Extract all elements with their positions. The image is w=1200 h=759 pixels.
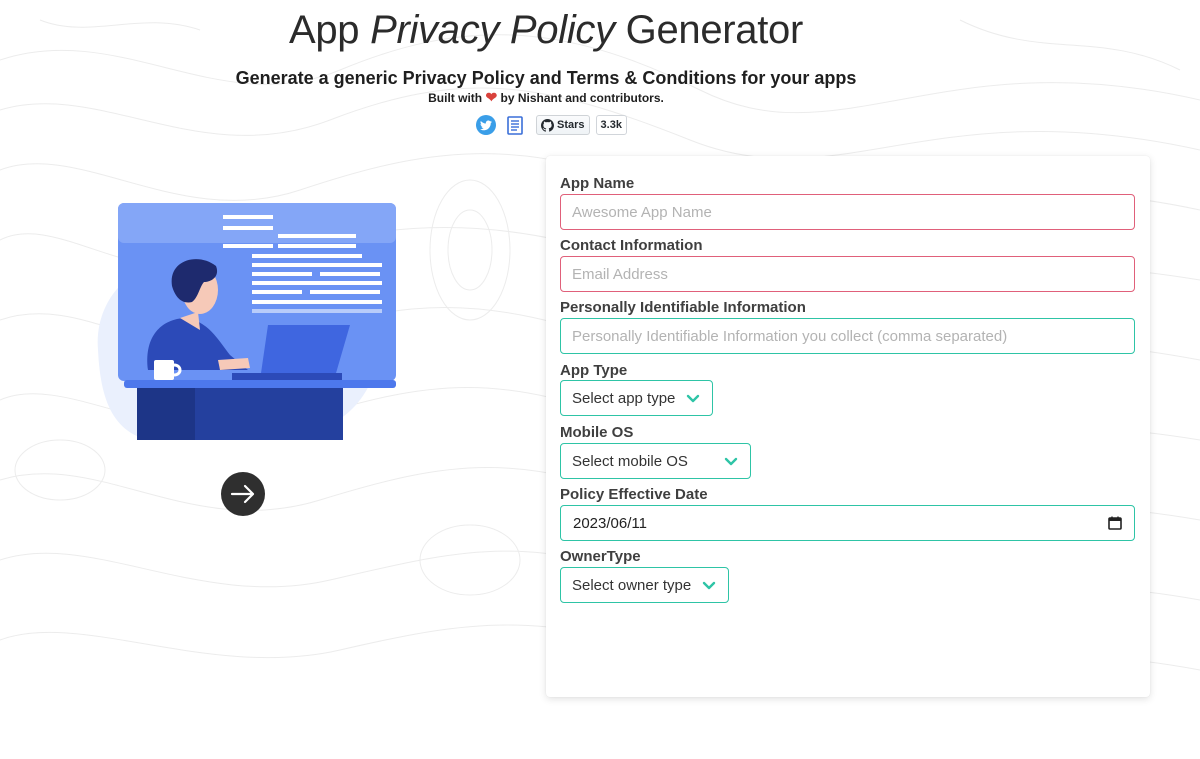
subtitle: Generate a generic Privacy Policy and Te… [235,68,857,88]
pii-input[interactable] [560,318,1135,354]
title-generator: Generator [614,8,804,52]
pii-label: Personally Identifiable Information [560,299,806,316]
twitter-icon[interactable] [476,115,496,135]
chevron-down-icon [724,457,738,466]
built-with-line: Built with ❤ by Nishant and contributors… [0,89,1092,106]
developer-illustration [97,203,396,440]
app-name-input[interactable] [560,194,1135,230]
github-stars-button[interactable]: Stars [536,115,590,135]
app-name-label: App Name [560,175,635,192]
policy-form-card: App Name Contact Information Personally … [546,156,1150,697]
mobile-os-label: Mobile OS [560,424,634,441]
arrow-right-icon [230,484,255,504]
github-stars-label: Stars [557,119,585,131]
chevron-down-icon [686,394,700,403]
github-stars-count[interactable]: 3.3k [595,115,627,135]
effective-date-label: Policy Effective Date [560,486,708,503]
built-suffix: by Nishant and contributors. [497,91,664,105]
app-type-label: App Type [560,362,628,379]
title-privacy-policy: Privacy Policy [370,8,615,52]
social-links: Stars 3.3k [476,115,627,135]
owner-type-label: OwnerType [560,548,641,565]
document-icon[interactable] [506,115,524,135]
mobile-os-select[interactable]: Select mobile OS [560,443,751,479]
next-arrow-button[interactable] [221,472,265,516]
app-type-value: Select app type [572,389,676,407]
owner-type-select[interactable]: Select owner type [560,567,729,603]
page-title: App Privacy Policy Generator [0,8,1092,53]
mobile-os-value: Select mobile OS [572,452,688,470]
chevron-down-icon [702,581,716,590]
title-app: App [288,8,371,52]
page: App Privacy Policy Generator Generate a … [0,0,1200,759]
effective-date-value: 2023/06/11 [573,514,647,532]
email-field[interactable] [560,256,1135,292]
github-icon [541,118,554,132]
calendar-icon[interactable] [1108,516,1122,530]
contact-label: Contact Information [560,237,703,254]
effective-date-input[interactable]: 2023/06/11 [560,505,1135,541]
owner-type-value: Select owner type [572,576,692,594]
heart-icon: ❤ [485,89,498,105]
built-prefix: Built with [428,91,486,105]
app-type-select[interactable]: Select app type [560,380,713,416]
